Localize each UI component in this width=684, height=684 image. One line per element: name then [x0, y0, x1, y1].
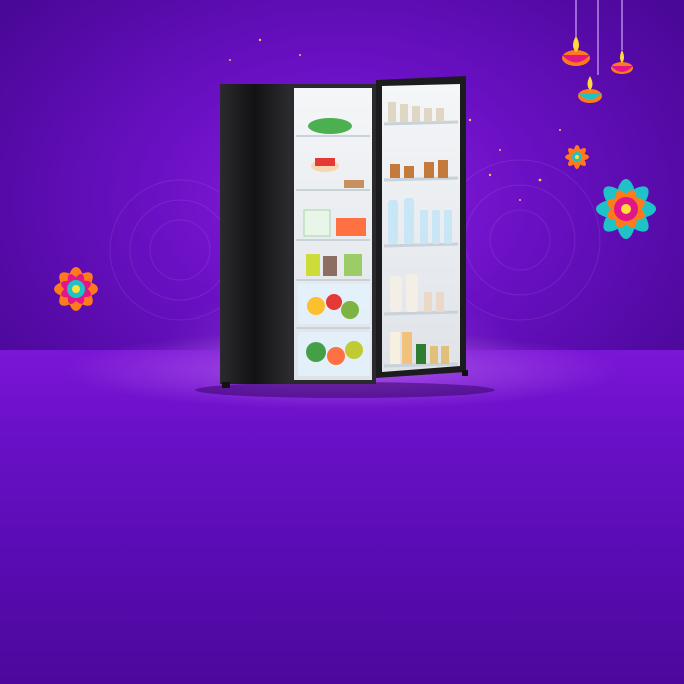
fridge-icon	[195, 76, 495, 398]
rangoli-flower-icon	[596, 179, 656, 239]
diya-lamp-icon	[611, 0, 633, 74]
diya-lamp-icon	[562, 0, 590, 66]
hero-banner	[0, 0, 684, 684]
rangoli-flower-icon	[565, 145, 589, 169]
rangoli-flower-icon	[54, 267, 98, 311]
scene-illustration	[54, 0, 656, 398]
left-door	[220, 84, 290, 384]
